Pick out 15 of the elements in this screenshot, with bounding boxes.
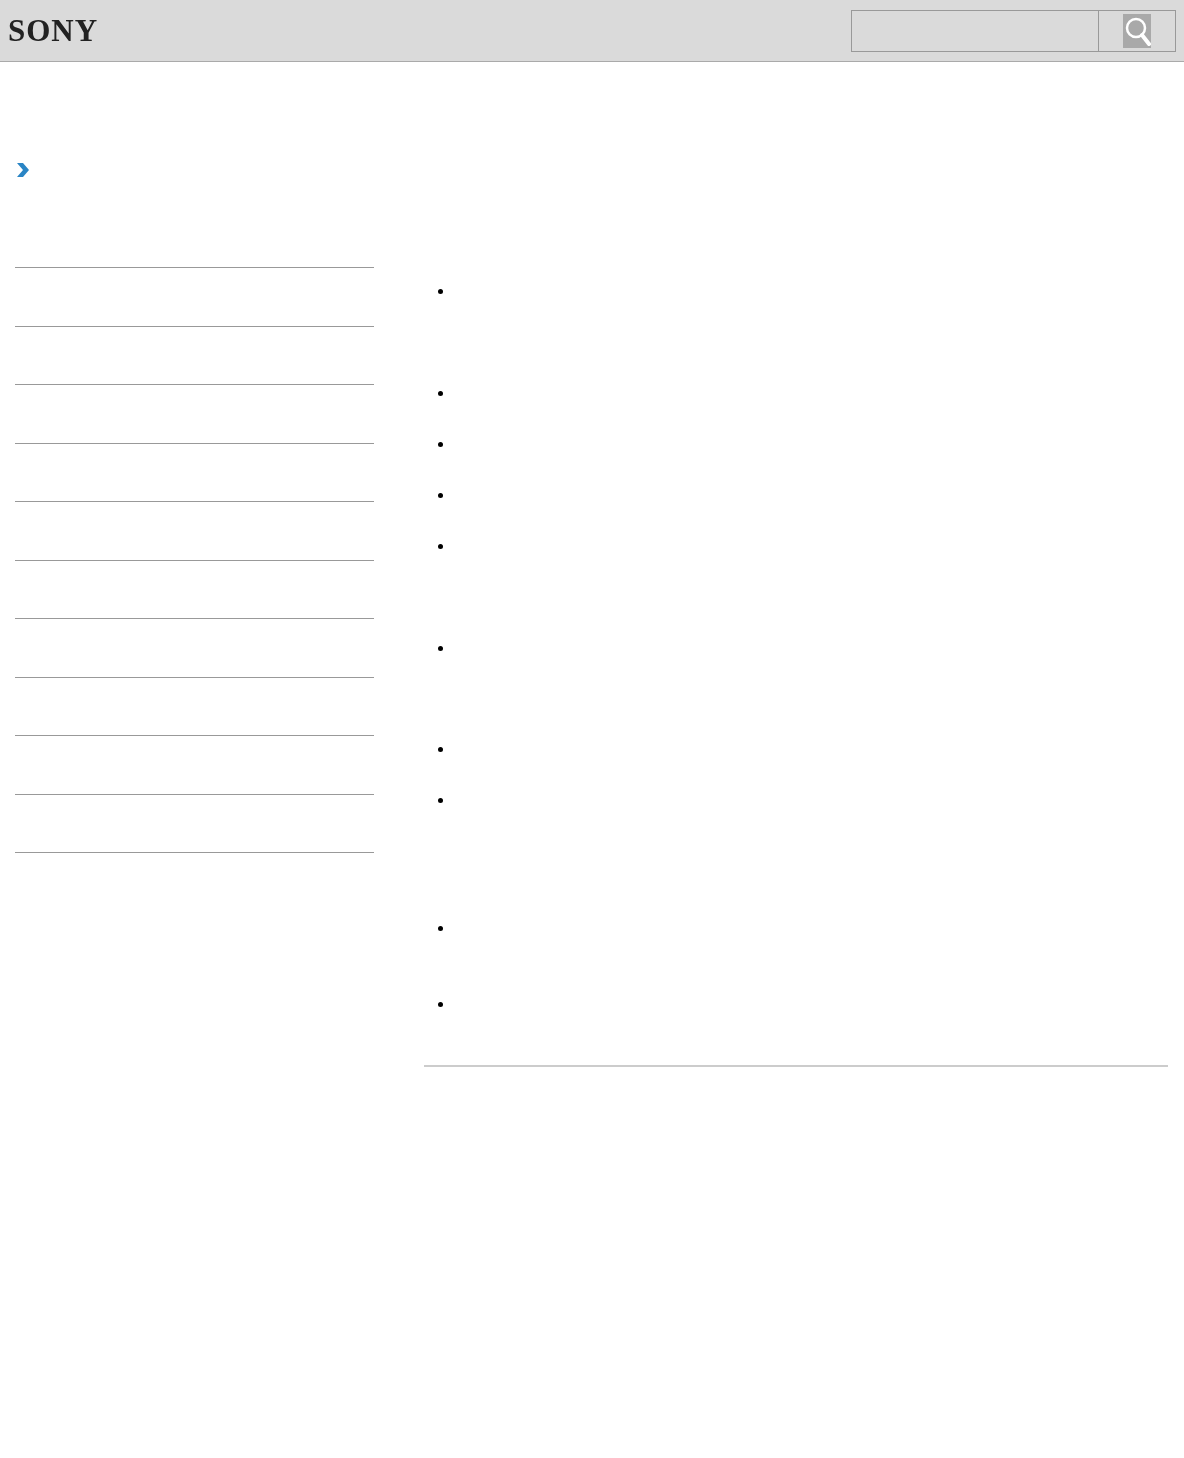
- logo[interactable]: SONY: [8, 12, 99, 49]
- search-icon: [1123, 13, 1151, 48]
- bullet-icon: [438, 493, 443, 498]
- search-button[interactable]: [1099, 9, 1176, 52]
- bullet-icon: [438, 544, 443, 549]
- bullet-icon: [438, 926, 443, 931]
- bullet-icon: [438, 646, 443, 651]
- bullet-icon: [438, 798, 443, 803]
- search-field[interactable]: [851, 9, 1099, 52]
- chevron-icon[interactable]: [14, 162, 30, 178]
- bullet-icon: [438, 289, 443, 294]
- bullet-icon: [438, 1002, 443, 1007]
- bullet-icon: [438, 747, 443, 752]
- bullet-icon: [438, 391, 443, 396]
- bullet-icon: [438, 442, 443, 447]
